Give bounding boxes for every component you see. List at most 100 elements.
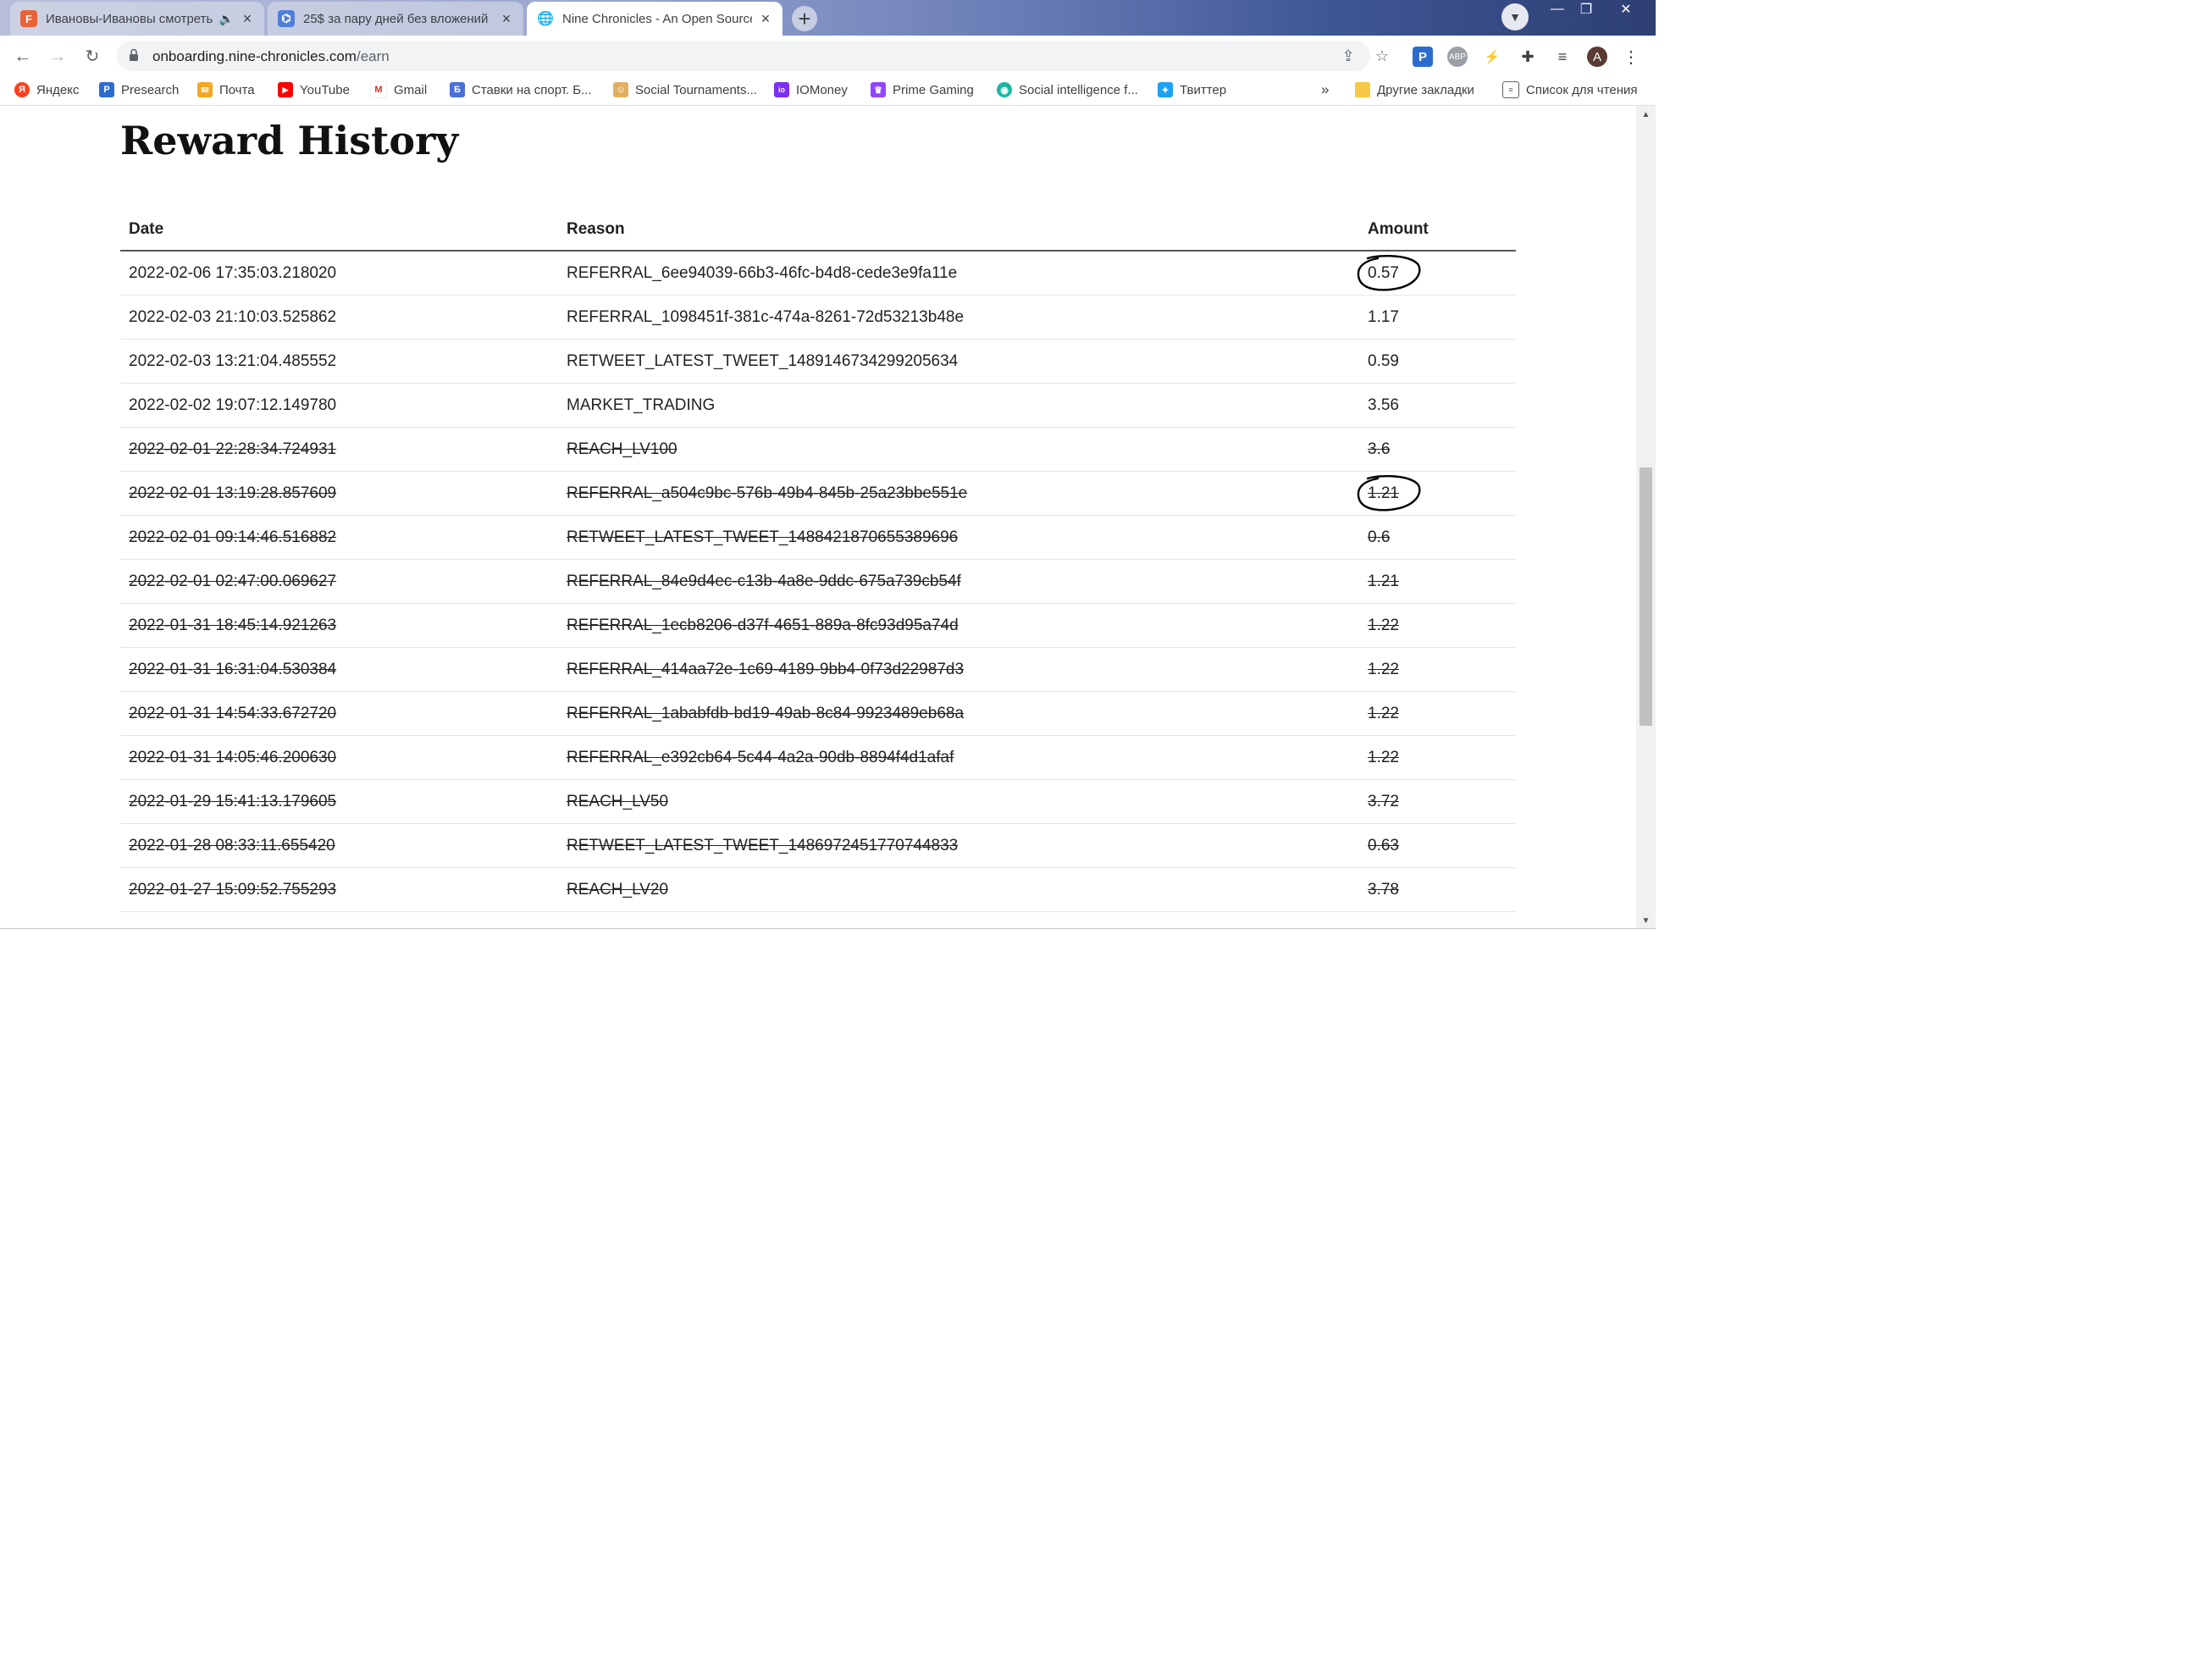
cell-reason: RETWEET_LATEST_TWEET_1488421870655389696: [558, 515, 1359, 560]
cell-date: 2022-01-31 14:05:46.200630: [120, 735, 558, 780]
cell-date: 2022-02-02 19:07:12.149780: [120, 383, 558, 428]
table-row: 2022-02-01 02:47:00.069627 REFERRAL_84e9d…: [120, 559, 1516, 604]
amount-value: 3.72: [1368, 792, 1399, 810]
table-body: 2022-02-06 17:35:03.218020 REFERRAL_6ee94…: [120, 251, 1516, 912]
tab-2[interactable]: ⌬ 25$ за пару дней без вложений ×: [268, 2, 523, 36]
bookmark-twitter[interactable]: ✦ Твиттер: [1158, 80, 1226, 100]
bookmark-iomoney[interactable]: io IOMoney: [774, 80, 848, 100]
table-row: 2022-01-31 14:54:33.672720 REFERRAL_1abab…: [120, 691, 1516, 736]
cell-reason: MARKET_TRADING: [558, 383, 1359, 428]
reason-value: REACH_LV50: [567, 792, 669, 810]
bookmark-yandex[interactable]: Я Яндекс: [14, 80, 79, 100]
scroll-up-arrow-icon[interactable]: ▲: [1636, 106, 1656, 123]
share-icon[interactable]: ⇪: [1338, 46, 1358, 66]
amount-value: 3.56: [1368, 395, 1399, 414]
reason-value: REACH_LV100: [567, 440, 677, 458]
bookmark-youtube[interactable]: ▶ YouTube: [278, 80, 350, 100]
cell-reason: REFERRAL_1ecb8206-d37f-4651-889a-8fc93d9…: [558, 603, 1359, 648]
tab-1[interactable]: F Ивановы-Ивановы смотреть 🔈 ×: [10, 2, 264, 36]
reason-value: REFERRAL_6ee94039-66b3-46fc-b4d8-cede3e9…: [567, 263, 958, 282]
forward-arrow-icon[interactable]: →: [45, 43, 70, 69]
bookmark-gmail[interactable]: M Gmail: [370, 80, 427, 100]
adblock-extension-icon[interactable]: ABP: [1447, 47, 1468, 67]
tab-1-close-icon[interactable]: ×: [239, 10, 256, 27]
date-value: 2022-01-31 14:54:33.672720: [129, 704, 337, 722]
scroll-down-arrow-icon[interactable]: ▼: [1636, 912, 1656, 929]
tab-3-close-icon[interactable]: ×: [757, 10, 774, 27]
url-text[interactable]: onboarding.nine-chronicles.com/earn: [152, 48, 390, 65]
bookmark-label: Почта: [219, 82, 255, 97]
bookmark-social-tournaments[interactable]: ☺ Social Tournaments...: [613, 80, 757, 100]
sport-bets-icon: Б: [450, 82, 465, 97]
bookmark-social-intelligence[interactable]: ◉ Social intelligence f...: [997, 80, 1138, 100]
close-window-icon[interactable]: ✕: [1609, 0, 1643, 19]
date-value: 2022-02-02 19:07:12.149780: [129, 395, 337, 414]
speaker-mute-icon[interactable]: 🔈: [219, 12, 234, 26]
back-arrow-icon[interactable]: ←: [10, 43, 36, 69]
column-header-date: Date: [120, 218, 558, 252]
cell-reason: RETWEET_LATEST_TWEET_1486972451770744833: [558, 823, 1359, 868]
lightning-extension-icon[interactable]: ⚡: [1482, 47, 1502, 67]
puzzle-extensions-icon[interactable]: ✚: [1518, 47, 1538, 67]
bookmark-label: IOMoney: [796, 82, 848, 97]
bookmark-label: YouTube: [300, 82, 350, 97]
date-value: 2022-02-01 09:14:46.516882: [129, 528, 337, 546]
date-value: 2022-01-31 16:31:04.530384: [129, 660, 337, 678]
tab-3-active[interactable]: 🌐 Nine Chronicles - An Open Source ×: [527, 2, 782, 36]
tab-bar: F Ивановы-Ивановы смотреть 🔈 × ⌬ 25$ за …: [0, 0, 1656, 36]
date-value: 2022-02-01 02:47:00.069627: [129, 572, 337, 590]
cell-date: 2022-01-27 15:09:52.755293: [120, 867, 558, 912]
bookmark-presearch[interactable]: P Presearch: [99, 80, 179, 100]
column-header-reason: Reason: [558, 218, 1359, 252]
reload-icon[interactable]: ↻: [80, 43, 105, 69]
reward-history-table: Date Reason Amount 2022-02-06 17:35:03.2…: [120, 218, 1516, 912]
date-value: 2022-02-06 17:35:03.218020: [129, 263, 337, 282]
table-row: 2022-02-06 17:35:03.218020 REFERRAL_6ee94…: [120, 251, 1516, 296]
reason-value: REACH_LV20: [567, 880, 669, 899]
bookmark-prime-gaming[interactable]: ♛ Prime Gaming: [871, 80, 974, 100]
cell-reason: REACH_LV20: [558, 867, 1359, 912]
amount-value: 1.21: [1368, 572, 1399, 590]
star-bookmark-icon[interactable]: ☆: [1372, 46, 1392, 66]
scrollbar-thumb[interactable]: [1640, 467, 1652, 726]
bookmark-label: Prime Gaming: [893, 82, 974, 97]
address-bar[interactable]: onboarding.nine-chronicles.com/earn ⇪ ☆: [117, 41, 1389, 71]
page-scrollbar[interactable]: ▲ ▼: [1636, 106, 1656, 929]
amount-value: 1.22: [1368, 660, 1399, 678]
kebab-menu-icon[interactable]: ⋮: [1621, 47, 1641, 67]
reading-list-icon: ≡: [1502, 81, 1519, 98]
presearch-extension-icon[interactable]: P: [1413, 47, 1433, 67]
bookmark-mail[interactable]: ✉ Почта: [197, 80, 255, 100]
bookmark-sport-bets[interactable]: Б Ставки на спорт. Б...: [450, 80, 592, 100]
cell-reason: REFERRAL_e392cb64-5c44-4a2a-90db-8894f4d…: [558, 735, 1359, 780]
cell-amount: 1.17: [1359, 295, 1516, 340]
cell-date: 2022-02-03 21:10:03.525862: [120, 295, 558, 340]
date-value: 2022-02-03 13:21:04.485552: [129, 351, 337, 370]
bookmarks-overflow-chevron-icon[interactable]: »: [1321, 80, 1329, 100]
cell-amount: 0.57: [1357, 251, 1516, 296]
cell-date: 2022-01-29 15:41:13.179605: [120, 779, 558, 824]
media-queue-icon[interactable]: ≡: [1552, 47, 1573, 67]
cell-date: 2022-01-28 08:33:11.655420: [120, 823, 558, 868]
yandex-icon: Я: [14, 82, 30, 97]
cell-date: 2022-01-31 18:45:14.921263: [120, 603, 558, 648]
cell-amount: 0.6: [1359, 515, 1516, 560]
tab-search-chevron-icon[interactable]: ▼: [1501, 3, 1529, 30]
tab-2-close-icon[interactable]: ×: [498, 10, 515, 27]
tab-3-title: Nine Chronicles - An Open Source: [562, 11, 752, 26]
reason-value: REFERRAL_84e9d4ec-c13b-4a8e-9ddc-675a739…: [567, 572, 961, 590]
twitter-bird-icon: ✦: [1158, 82, 1173, 97]
reason-value: RETWEET_LATEST_TWEET_1486972451770744833: [567, 836, 959, 854]
table-row: 2022-01-27 15:09:52.755293 REACH_LV20 3.78: [120, 867, 1516, 912]
browser-toolbar: ← → ↻ onboarding.nine-chronicles.com/ear…: [0, 36, 1656, 75]
date-value: 2022-02-01 22:28:34.724931: [129, 440, 337, 458]
reason-value: REFERRAL_1ecb8206-d37f-4651-889a-8fc93d9…: [567, 616, 959, 634]
reading-list[interactable]: ≡ Список для чтения: [1502, 80, 1638, 100]
other-bookmarks-folder[interactable]: Другие закладки: [1355, 80, 1474, 100]
restore-icon[interactable]: ❐: [1569, 0, 1603, 19]
mail-icon: ✉: [197, 82, 213, 97]
reason-value: MARKET_TRADING: [567, 395, 716, 414]
new-tab-button[interactable]: +: [792, 6, 817, 31]
profile-avatar[interactable]: A: [1587, 47, 1607, 67]
cell-reason: REFERRAL_84e9d4ec-c13b-4a8e-9ddc-675a739…: [558, 559, 1359, 604]
